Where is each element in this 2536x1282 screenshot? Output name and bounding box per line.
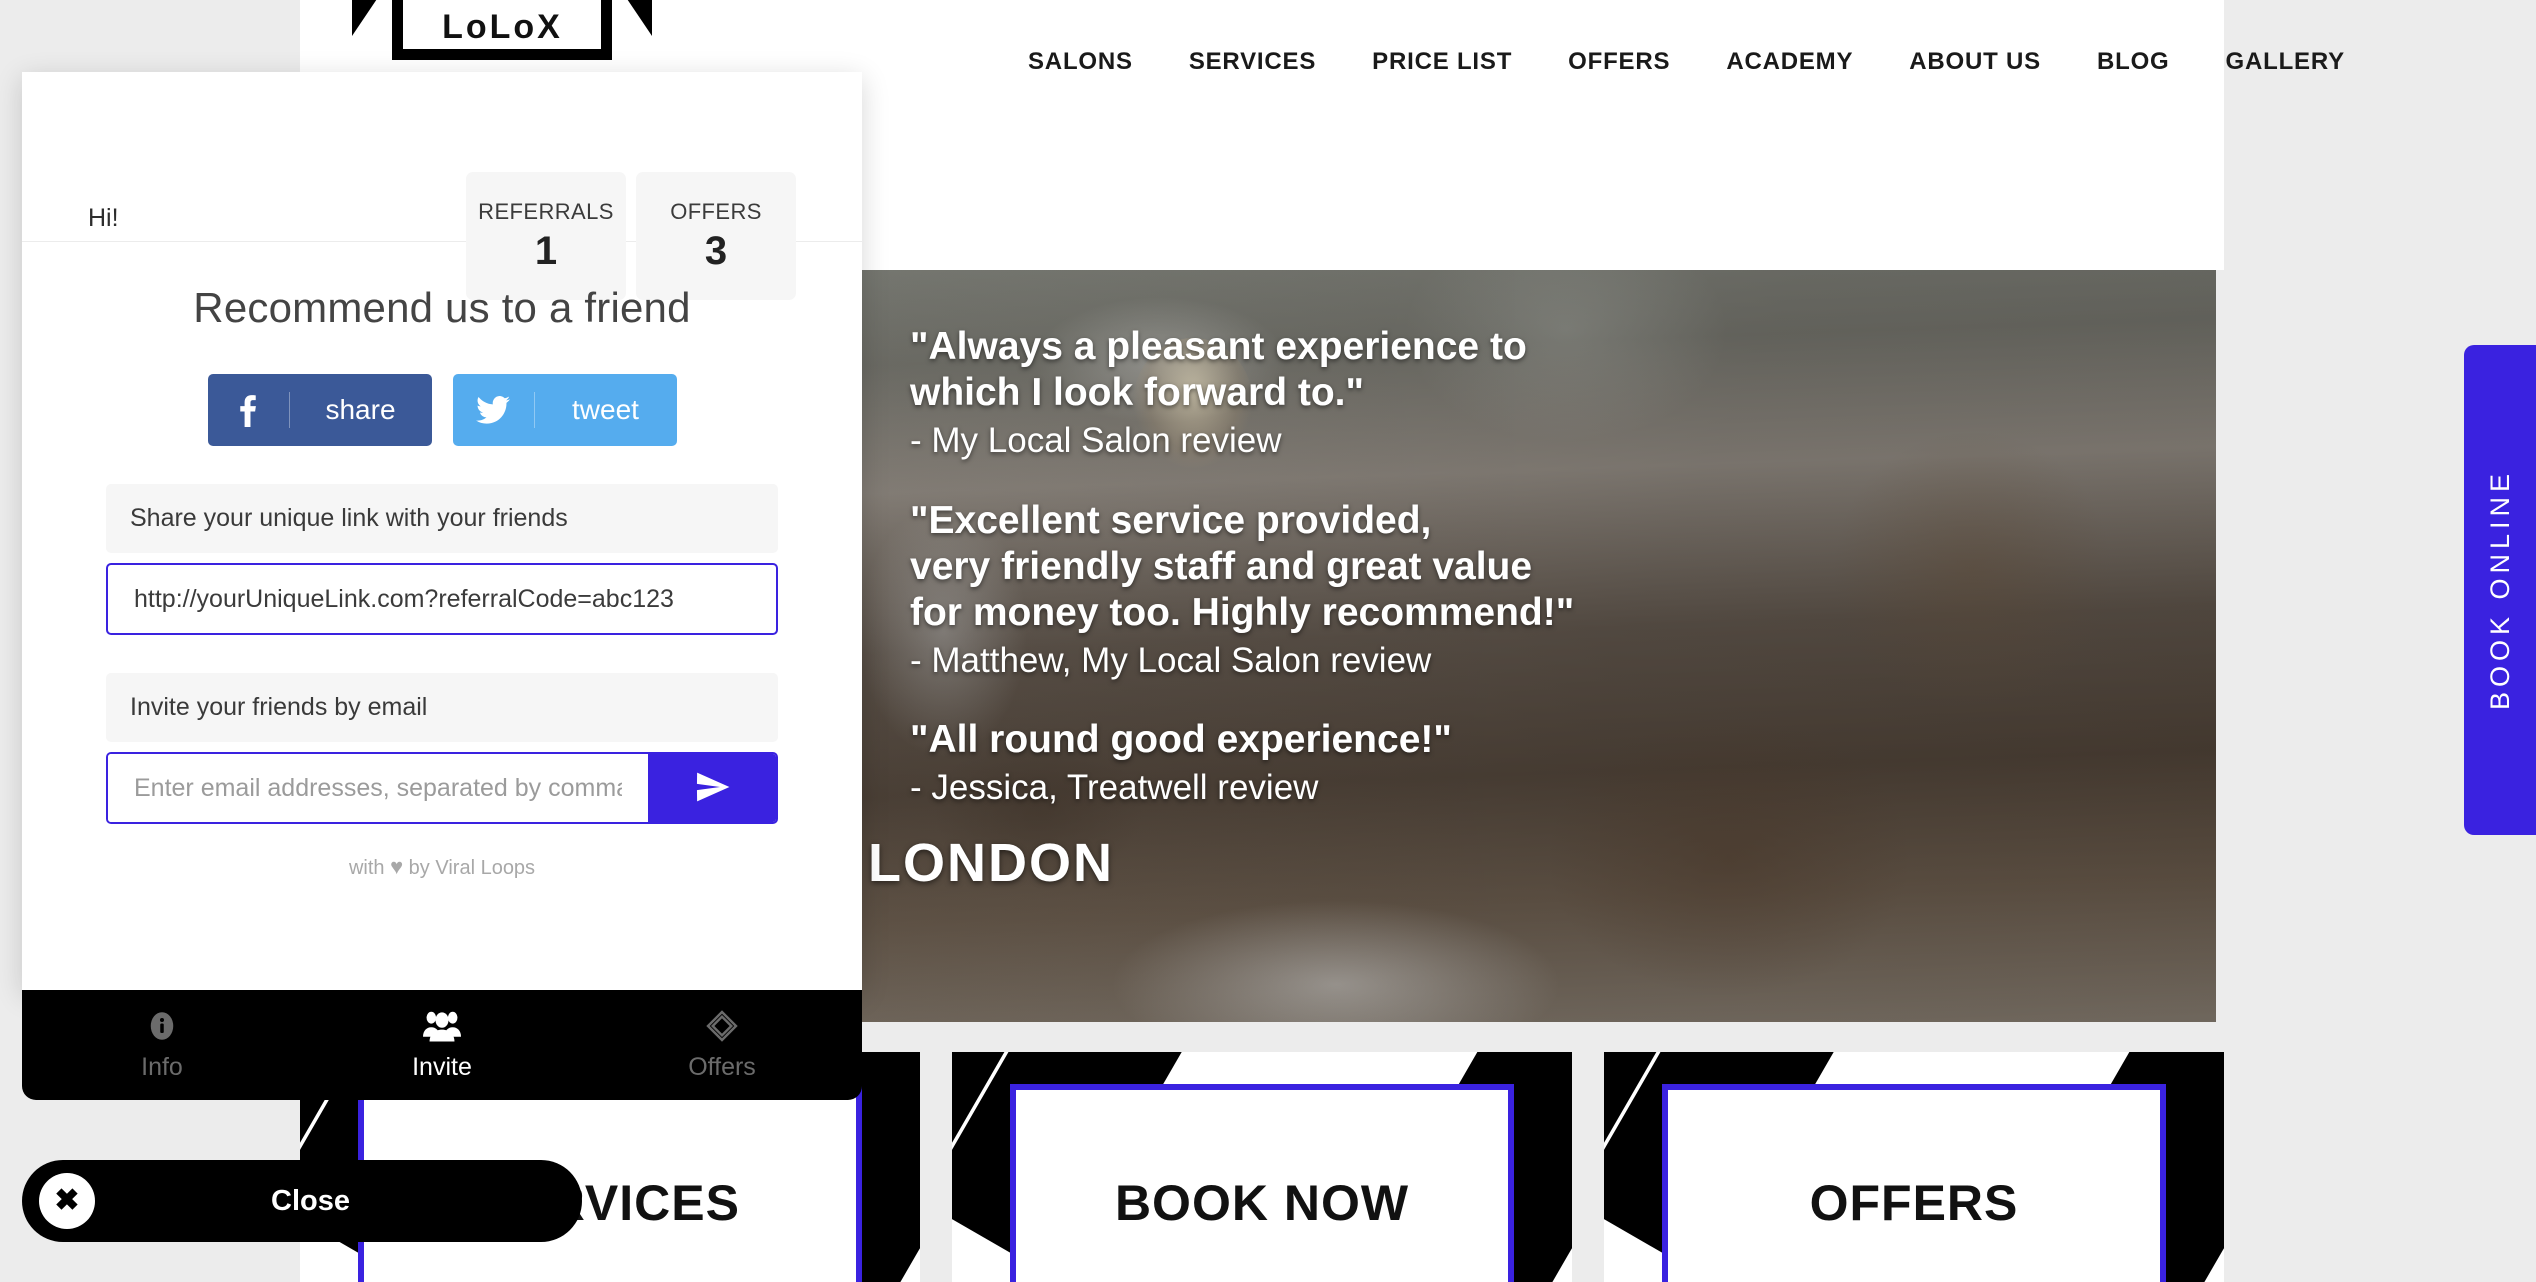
testimonial-author: - Jessica, Treatwell review [910, 768, 1319, 808]
testimonial-quote: "Always a pleasant experience to which I… [910, 325, 1527, 415]
page-root: LoLoX SALONS SERVICES PRICE LIST OFFERS … [0, 0, 2536, 1282]
email-invite-heading: Invite your friends by email [106, 673, 778, 742]
nav-item-gallery[interactable]: GALLERY [2198, 48, 2373, 76]
tag-icon [706, 1009, 738, 1043]
tab-offers-label: Offers [688, 1052, 756, 1081]
book-online-label: BOOK ONLINE [2484, 469, 2515, 711]
testimonial-quote: "All round good experience!" [910, 718, 1452, 762]
hero-testimonials: "Always a pleasant experience to which I… [910, 324, 2192, 845]
tab-info[interactable]: Info [22, 990, 302, 1100]
promo-card-book-now[interactable]: BOOK NOW [952, 1052, 1572, 1282]
nav-item-offers[interactable]: OFFERS [1540, 48, 1698, 76]
testimonial: "Excellent service provided, very friend… [910, 498, 2192, 684]
nav-item-academy[interactable]: ACADEMY [1698, 48, 1881, 76]
widget-greeting: Hi! [88, 204, 119, 232]
credit-suffix: by Viral Loops [403, 857, 536, 879]
testimonial: "Always a pleasant experience to which I… [910, 324, 2192, 464]
tab-offers[interactable]: Offers [582, 990, 862, 1100]
promo-card-offers[interactable]: OFFERS [1604, 1052, 2224, 1282]
testimonial-quote: "Excellent service provided, very friend… [910, 498, 1575, 634]
nav-item-price-list[interactable]: PRICE LIST [1344, 48, 1540, 76]
send-invites-button[interactable] [648, 754, 776, 822]
nav-item-about-us[interactable]: ABOUT US [1881, 48, 2069, 76]
referral-link-input[interactable] [106, 563, 778, 635]
facebook-share-button[interactable]: share [207, 374, 432, 446]
hero-banner: LONDON "Always a pleasant experience to … [862, 270, 2216, 1022]
social-share-row: share tweet [106, 374, 778, 446]
facebook-share-label: share [325, 394, 396, 425]
tab-invite[interactable]: Invite [302, 990, 582, 1100]
widget-header: Hi! REFERRALS 1 OFFERS 3 [22, 72, 862, 300]
stat-label: REFERRALS [478, 198, 614, 224]
referral-widget-panel: Hi! REFERRALS 1 OFFERS 3 Recommend us to… [22, 72, 862, 990]
tab-invite-label: Invite [412, 1052, 472, 1081]
nav-item-blog[interactable]: BLOG [2069, 48, 2198, 76]
promo-card-label: OFFERS [1809, 1175, 2019, 1231]
facebook-icon [208, 392, 290, 428]
info-icon [147, 1009, 177, 1043]
widget-tab-bar: Info Invite Offers [22, 990, 862, 1100]
promo-card-frame: BOOK NOW [1010, 1084, 1514, 1282]
heart-icon: ♥ [390, 854, 404, 879]
twitter-icon [453, 392, 535, 428]
paper-plane-icon [693, 768, 731, 809]
nav-item-salons[interactable]: SALONS [1000, 48, 1161, 76]
promo-card-frame: OFFERS [1662, 1084, 2166, 1282]
people-icon [423, 1009, 461, 1043]
widget-title: Recommend us to a friend [193, 284, 691, 331]
twitter-share-button[interactable]: tweet [452, 374, 677, 446]
email-invite-row [106, 752, 778, 824]
stat-value: 3 [704, 228, 728, 273]
site-logo[interactable]: LoLoX [352, 0, 652, 70]
promo-card-label: BOOK NOW [1114, 1175, 1410, 1231]
logo-text: LoLoX [442, 8, 563, 46]
stat-label: OFFERS [670, 198, 762, 224]
site-nav: SALONS SERVICES PRICE LIST OFFERS ACADEM… [1000, 48, 2373, 76]
widget-stats: REFERRALS 1 OFFERS 3 [466, 172, 796, 300]
widget-body: Recommend us to a friend share tweet Sha… [22, 284, 862, 880]
close-x-icon: ✖ [39, 1173, 95, 1229]
twitter-share-label: tweet [572, 394, 639, 425]
testimonial-author: - My Local Salon review [910, 421, 1282, 461]
email-addresses-input[interactable] [108, 754, 648, 822]
credit-prefix: with [348, 857, 391, 879]
close-button-label: Close [271, 1184, 350, 1217]
testimonial-author: - Matthew, My Local Salon review [910, 640, 1432, 680]
viral-loops-credit: with ♥ by Viral Loops [106, 854, 778, 880]
stat-referrals: REFERRALS 1 [466, 172, 626, 300]
stat-value: 1 [534, 228, 558, 273]
close-widget-button[interactable]: ✖ Close [22, 1160, 582, 1242]
share-link-heading: Share your unique link with your friends [106, 484, 778, 553]
nav-item-services[interactable]: SERVICES [1161, 48, 1344, 76]
book-online-tab[interactable]: BOOK ONLINE [2464, 345, 2536, 835]
stat-offers: OFFERS 3 [636, 172, 796, 300]
tab-info-label: Info [141, 1052, 183, 1081]
testimonial: "All round good experience!" - Jessica, … [910, 717, 2192, 811]
